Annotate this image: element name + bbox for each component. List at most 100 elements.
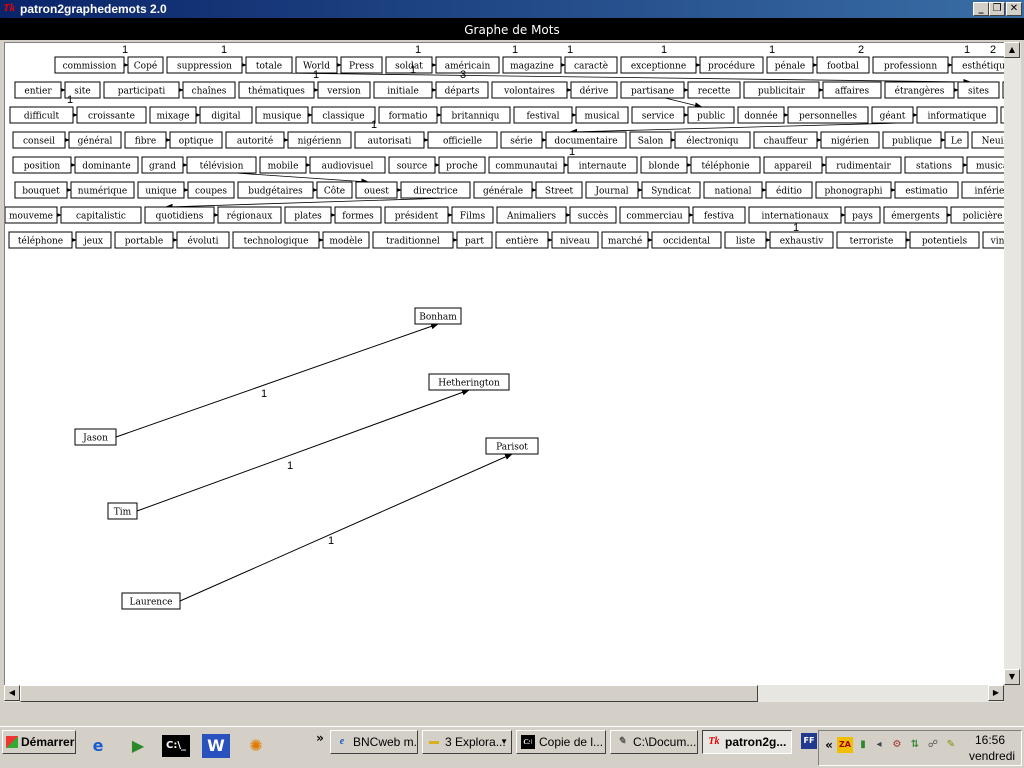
word-node[interactable]: dérive	[570, 81, 618, 99]
word-node[interactable]: Journal	[585, 181, 639, 199]
word-node[interactable]: phonographi	[815, 181, 892, 199]
word-node[interactable]: festival	[513, 106, 573, 124]
word-node[interactable]: magazine	[502, 56, 562, 74]
word-node[interactable]: terroriste	[836, 231, 907, 249]
word-node[interactable]: général	[68, 131, 122, 149]
word-node[interactable]: chauffeur	[753, 131, 818, 149]
word-node[interactable]: portable	[114, 231, 174, 249]
word-node[interactable]: Animaliers	[496, 206, 567, 224]
word-node[interactable]: optique	[169, 131, 223, 149]
person-graph[interactable]: Jason Bonham 1 Tim Hetherington 1 Laurence Pari…	[74, 307, 539, 610]
word-node[interactable]: Salon	[629, 131, 672, 149]
word-node[interactable]: rudimentair	[825, 156, 902, 174]
task-explorer[interactable]: ▬ 3 Explora... ▼	[422, 730, 512, 754]
person-node[interactable]: Hetherington	[428, 373, 510, 391]
task-bncweb[interactable]: e BNCweb m...	[330, 730, 418, 754]
word-node[interactable]: traditionnel	[372, 231, 454, 249]
word-node[interactable]: évoluti	[176, 231, 230, 249]
word-node[interactable]: président	[384, 206, 449, 224]
zonealarm-icon[interactable]: ZA	[837, 737, 853, 753]
word-node[interactable]: thématiques	[238, 81, 315, 99]
task-patron2graphedemots[interactable]: Tk patron2g...	[702, 730, 792, 754]
word-node[interactable]: autorisati	[354, 131, 425, 149]
word-node[interactable]: étrangères	[884, 81, 955, 99]
word-node[interactable]: estimatio	[894, 181, 959, 199]
word-node[interactable]: participati	[103, 81, 180, 99]
minimize-button[interactable]: _	[973, 2, 989, 16]
word-node[interactable]: recette	[687, 81, 741, 99]
word-icon[interactable]: W	[202, 734, 230, 758]
word-node[interactable]: électroniqu	[674, 131, 751, 149]
word-node[interactable]: capitalistic	[60, 206, 142, 224]
word-node[interactable]: Côte	[316, 181, 353, 199]
word-node[interactable]: position	[12, 156, 72, 174]
word-node[interactable]: esthétiqu	[951, 56, 1004, 74]
word-node[interactable]: informatique	[916, 106, 998, 124]
word-node[interactable]: donnée	[737, 106, 785, 124]
word-node[interactable]: exceptionne	[620, 56, 697, 74]
word-node[interactable]: musique	[255, 106, 309, 124]
word-node[interactable]: coupes	[187, 181, 235, 199]
word-node[interactable]: partisane	[620, 81, 685, 99]
vertical-scrollbar[interactable]: ▲ ▼	[1004, 42, 1021, 685]
word-node[interactable]: pénale	[766, 56, 814, 74]
word-node[interactable]: formes	[334, 206, 382, 224]
word-node[interactable]: pays	[844, 206, 881, 224]
word-node[interactable]: version	[317, 81, 371, 99]
word-node[interactable]: marché	[601, 231, 649, 249]
word-node[interactable]: niveau	[551, 231, 599, 249]
word-node[interactable]: bouquet	[14, 181, 68, 199]
word-node[interactable]: audiovisuel	[309, 156, 386, 174]
word-node[interactable]: jeux	[75, 231, 112, 249]
word-node[interactable]: festiva	[692, 206, 746, 224]
word-node[interactable]: numérique	[70, 181, 135, 199]
word-node[interactable]: musicales	[966, 156, 1004, 174]
word-node[interactable]: source	[388, 156, 436, 174]
word-node[interactable]: succès	[569, 206, 617, 224]
word-node[interactable]: grand	[141, 156, 184, 174]
word-node[interactable]: croissante	[76, 106, 147, 124]
word-node[interactable]: stations	[904, 156, 964, 174]
close-button[interactable]: ✕	[1006, 2, 1022, 16]
word-node[interactable]: procédure	[699, 56, 764, 74]
word-node[interactable]: internationaux	[748, 206, 842, 224]
word-node[interactable]: autorité	[225, 131, 285, 149]
word-node[interactable]: suppression	[166, 56, 243, 74]
word-node[interactable]: soldat	[385, 56, 433, 74]
word-node[interactable]: Copé	[127, 56, 164, 74]
scroll-down-button[interactable]: ▼	[1004, 669, 1020, 685]
word-node[interactable]: blonde	[640, 156, 688, 174]
word-node[interactable]: Press	[340, 56, 383, 74]
word-node[interactable]: mobile	[259, 156, 307, 174]
word-node[interactable]: commerciau	[619, 206, 690, 224]
word-node[interactable]: proche	[438, 156, 486, 174]
word-node[interactable]: public	[687, 106, 735, 124]
word-node[interactable]: caractè	[564, 56, 618, 74]
graph-svg[interactable]: commission Copé suppression totale World Pres…	[5, 43, 1004, 685]
word-node[interactable]: volontaires	[491, 81, 568, 99]
word-node[interactable]: musical	[575, 106, 629, 124]
word-node[interactable]: occidental	[651, 231, 722, 249]
word-node[interactable]: liste	[724, 231, 767, 249]
word-node[interactable]: totale	[245, 56, 293, 74]
network-icon[interactable]: ⇅	[907, 737, 923, 753]
word-node[interactable]: britanniqu	[440, 106, 511, 124]
word-node[interactable]: Syndicat	[641, 181, 701, 199]
word-node[interactable]: unique	[137, 181, 185, 199]
word-node[interactable]: téléphonie	[690, 156, 761, 174]
word-node[interactable]: professionn	[872, 56, 949, 74]
word-node[interactable]: part	[456, 231, 493, 249]
word-node[interactable]: sites	[957, 81, 1000, 99]
word-node[interactable]: national	[703, 181, 763, 199]
maximize-button[interactable]: ❐	[989, 2, 1005, 16]
word-node[interactable]: documentaire	[545, 131, 627, 149]
word-node[interactable]: classique	[311, 106, 376, 124]
ie-icon[interactable]: e	[84, 732, 112, 760]
word-node[interactable]: potentiels	[909, 231, 980, 249]
word-node[interactable]: éditio	[765, 181, 813, 199]
word-node[interactable]: régionaux	[217, 206, 282, 224]
word-node[interactable]: exhaustiv	[769, 231, 834, 249]
word-node[interactable]: Le	[944, 131, 969, 149]
horizontal-scrollbar[interactable]: ◀ ▶	[4, 685, 1004, 702]
person-node[interactable]: Tim	[107, 502, 138, 520]
